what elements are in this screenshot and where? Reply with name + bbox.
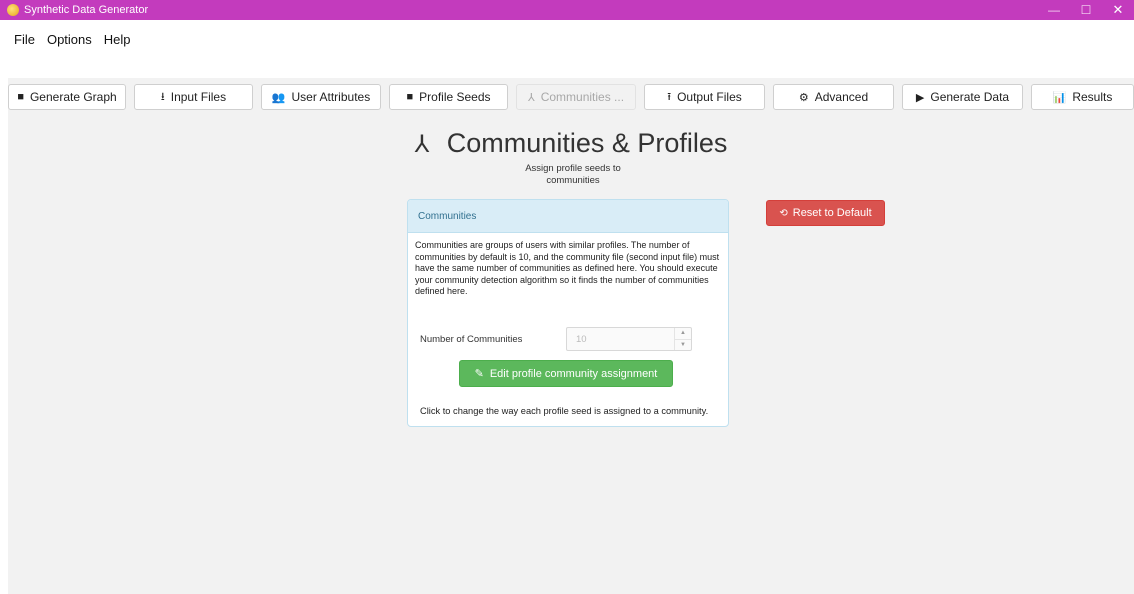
- download-icon: ⭳: [160, 90, 165, 103]
- window-title: Synthetic Data Generator: [24, 4, 149, 16]
- panel-help-text: Click to change the way each profile see…: [420, 406, 709, 416]
- communities-panel: Communities Communities are groups of us…: [407, 199, 729, 427]
- main-area: ■ Generate Graph ⭳ Input Files 👥 User At…: [8, 78, 1134, 594]
- page-title-text: Communities & Profiles: [446, 128, 728, 158]
- input-value: 10: [576, 333, 587, 345]
- tab-label: Communities ...: [540, 90, 625, 104]
- tab-label: Generate Graph: [29, 90, 117, 104]
- tab-user-attributes[interactable]: 👥 User Attributes: [261, 84, 381, 110]
- tab-label: Advanced: [814, 90, 869, 104]
- stepper-down-icon[interactable]: ▼: [675, 340, 691, 351]
- title-bar: Synthetic Data Generator — ☐ ✕: [0, 0, 1134, 20]
- tab-generate-data[interactable]: ▶ Generate Data: [902, 84, 1023, 110]
- tab-generate-graph[interactable]: ■ Generate Graph: [8, 84, 126, 110]
- maximize-button[interactable]: ☐: [1070, 0, 1102, 20]
- panel-description: Communities are groups of users with sim…: [415, 240, 720, 296]
- bar-chart-icon: 📊: [1052, 91, 1067, 104]
- menu-help[interactable]: Help: [104, 32, 131, 47]
- tab-communities[interactable]: ⅄ Communities ...: [516, 84, 636, 110]
- gear-icon: ⚙: [798, 91, 809, 104]
- stepper-up-icon[interactable]: ▲: [675, 328, 691, 340]
- number-of-communities-input[interactable]: 10 ▲ ▼: [566, 327, 692, 351]
- close-button[interactable]: ✕: [1102, 0, 1134, 20]
- tab-label: Profile Seeds: [419, 90, 491, 104]
- tab-advanced[interactable]: ⚙ Advanced: [773, 84, 894, 110]
- minimize-button[interactable]: —: [1038, 0, 1070, 20]
- pencil-icon: ✎: [474, 368, 484, 380]
- tab-results[interactable]: 📊 Results: [1031, 84, 1134, 110]
- tab-label: Output Files: [677, 90, 742, 104]
- tab-label: Generate Data: [930, 90, 1010, 104]
- window-controls: — ☐ ✕: [1038, 0, 1134, 20]
- quantity-stepper[interactable]: ▲ ▼: [674, 328, 691, 350]
- tab-label: Results: [1072, 90, 1113, 104]
- reset-button-label: Reset to Default: [792, 207, 872, 219]
- network-icon: ⅄: [527, 91, 535, 104]
- menu-file[interactable]: File: [14, 32, 35, 47]
- panel-header: Communities: [408, 200, 728, 233]
- users-icon: 👥: [271, 91, 286, 104]
- menu-bar: File Options Help: [0, 28, 143, 50]
- network-icon: ⅄: [414, 131, 430, 158]
- upload-icon: ⭱: [667, 90, 672, 103]
- app-icon: [7, 4, 19, 16]
- tab-output-files[interactable]: ⭱ Output Files: [644, 84, 765, 110]
- number-of-communities-label: Number of Communities: [420, 334, 523, 345]
- reset-to-default-button[interactable]: ⟲ Reset to Default: [766, 200, 885, 226]
- grid-icon: ■: [406, 91, 414, 103]
- page-subtitle: Assign profile seeds to communities: [525, 163, 621, 186]
- history-icon: ⟲: [779, 207, 788, 219]
- tab-label: User Attributes: [291, 90, 371, 104]
- menu-options[interactable]: Options: [47, 32, 92, 47]
- grid-icon: ■: [17, 91, 24, 103]
- tab-input-files[interactable]: ⭳ Input Files: [134, 84, 253, 110]
- page-title: ⅄ Communities & Profiles: [8, 128, 1134, 159]
- edit-assignment-button[interactable]: ✎ Edit profile community assignment: [459, 360, 673, 387]
- edit-button-label: Edit profile community assignment: [489, 367, 658, 380]
- tab-label: Input Files: [170, 90, 227, 104]
- tab-profile-seeds[interactable]: ■ Profile Seeds: [389, 84, 508, 110]
- play-icon: ▶: [915, 91, 925, 104]
